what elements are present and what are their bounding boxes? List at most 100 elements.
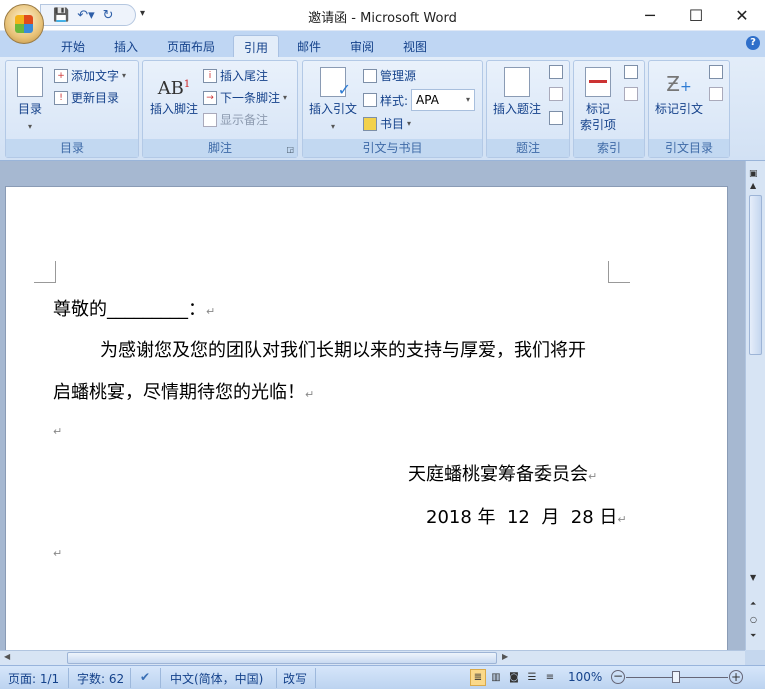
outline-icon[interactable]: ☰ [524,669,540,686]
tab-home[interactable]: 开始 [52,35,94,57]
footnote-icon: AB1 [157,78,191,99]
body-line: 启蟠桃宴，尽情期待您的光临！↵ [53,382,315,403]
tab-mailings[interactable]: 邮件 [288,35,330,57]
horizontal-scrollbar[interactable]: ◀ ▶ [0,650,745,665]
insert-index-icon[interactable] [624,65,638,79]
signature: 天庭蟠桃宴筹备委员会↵ [408,464,598,485]
mark-citation-icon: Ƶ+ [666,72,692,96]
crop-mark [34,261,56,283]
update-toc-button[interactable]: ! 更新目录 [54,89,119,106]
style-control: 样式: APA ▾ [363,89,476,111]
draft-icon[interactable]: ≡ [542,669,558,686]
add-text-button[interactable]: + 添加文字 ▾ [54,67,126,84]
group-toa: Ƶ+ 标记引文 引文目录 [648,60,730,158]
status-bar: 页面: 1/1 字数: 62 ✔ 中文(简体，中国) 改写 ≣ ▥ ◙ ☰ ≡ … [0,665,765,689]
paragraph-mark: ↵ [53,547,63,560]
mark-citation-button[interactable]: Ƶ+ 标记引文 [651,67,707,117]
ribbon: 目录 ▾ + 添加文字 ▾ ! 更新目录 目录 AB1 插入脚注 i 插入尾注 → 下一条脚… [0,57,765,161]
vertical-scroll-thumb[interactable] [749,195,762,355]
style-icon [363,93,377,107]
group-captions: 插入题注 题注 [486,60,570,158]
help-icon[interactable]: ? [746,36,760,50]
undo-icon[interactable]: ↶▾ [77,8,94,23]
next-footnote-icon: → [203,90,217,105]
print-layout-icon[interactable]: ≣ [470,669,486,686]
group-label-citations: 引文与书目 [303,139,482,157]
next-footnote-button[interactable]: → 下一条脚注 ▾ [203,89,287,106]
endnote-icon: i [203,68,217,83]
update-index-icon[interactable] [624,87,638,101]
insert-table-of-figures-icon[interactable] [549,65,563,79]
page-count[interactable]: 页面: 1/1 [8,670,59,687]
insert-caption-button[interactable]: 插入题注 [489,67,545,117]
toc-button[interactable]: 目录 ▾ [10,67,50,135]
zoom-in-icon[interactable]: + [729,670,743,684]
close-button[interactable]: ✕ [719,0,765,30]
dialog-launcher-icon[interactable]: ◲ [286,145,294,154]
salutation: 尊敬的_________：↵ [53,299,216,320]
scroll-up-icon[interactable]: ▲ [750,181,756,190]
update-toc-icon: ! [54,90,68,105]
zoom-slider-thumb[interactable] [672,671,680,683]
insert-caption-icon [504,67,530,97]
insert-endnote-button[interactable]: i 插入尾注 [203,67,268,84]
scroll-right-icon[interactable]: ▶ [502,652,508,661]
tab-references[interactable]: 引用 [233,35,279,57]
scroll-left-icon[interactable]: ◀ [4,652,10,661]
word-count[interactable]: 字数: 62 [77,670,124,687]
update-toa-icon[interactable] [709,87,723,101]
tab-review[interactable]: 审阅 [341,35,383,57]
tab-insert[interactable]: 插入 [105,35,147,57]
date: 2018 年 12 月 28 日↵ [426,507,627,528]
redo-icon[interactable]: ↻ [103,8,114,23]
zoom-out-icon[interactable]: − [611,670,625,684]
group-label-toc: 目录 [6,139,138,157]
group-label-footnotes: 脚注 [143,139,297,157]
add-text-icon: + [54,68,68,83]
select-browse-object-icon[interactable]: ○ [750,615,757,624]
show-notes-icon [203,112,217,127]
save-icon[interactable]: 💾 [53,8,69,23]
proofing-icon[interactable]: ✔ [140,670,150,684]
office-button[interactable] [4,4,44,44]
mark-entry-button[interactable]: 标记 索引项 [576,67,620,133]
crop-mark [608,261,630,283]
zoom-level[interactable]: 100% [568,670,602,684]
language[interactable]: 中文(简体，中国) [170,670,263,687]
office-logo-icon [15,15,33,33]
insert-citation-icon: ✓ [320,67,351,98]
tab-view[interactable]: 视图 [394,35,436,57]
insert-toa-icon[interactable] [709,65,723,79]
scroll-down-icon[interactable]: ▼ [750,573,756,582]
next-page-icon[interactable]: ⏷ [750,631,756,641]
ruler-toggle-icon[interactable]: ▣ [749,169,758,179]
style-select[interactable]: APA ▾ [411,89,476,111]
group-label-captions: 题注 [487,139,569,157]
bibliography-icon [363,116,377,131]
body-line: 为感谢您及您的团队对我们长期以来的支持与厚爱，我们将开 [100,340,586,361]
overtype-mode[interactable]: 改写 [283,670,307,687]
ribbon-tabs: 开始 插入 页面布局 引用 邮件 审阅 视图 [0,31,765,57]
customize-qat-icon[interactable]: ▾ [140,8,145,19]
group-label-toa: 引文目录 [649,139,729,157]
group-index: 标记 索引项 索引 [573,60,645,158]
insert-citation-button[interactable]: ✓ 插入引文 ▾ [306,67,360,135]
document-page[interactable]: 尊敬的_________：↵ 为感谢您及您的团队对我们长期以来的支持与厚爱，我们… [5,186,728,656]
full-screen-reading-icon[interactable]: ▥ [488,669,504,686]
group-footnotes: AB1 插入脚注 i 插入尾注 → 下一条脚注 ▾ 显示备注 脚注 ◲ [142,60,298,158]
insert-footnote-button[interactable]: AB1 插入脚注 [146,69,202,117]
tab-page-layout[interactable]: 页面布局 [160,35,222,57]
previous-page-icon[interactable]: ⏶ [750,599,756,609]
minimize-button[interactable]: ─ [627,0,673,30]
manage-sources-icon [363,68,377,83]
group-label-index: 索引 [574,139,644,157]
manage-sources-button[interactable]: 管理源 [363,67,416,84]
maximize-button[interactable]: ☐ [673,0,719,30]
cross-reference-icon[interactable] [549,111,563,125]
vertical-scrollbar[interactable]: ▣ ▲ ▼ ⏶ ○ ⏷ [745,161,765,650]
update-table-icon[interactable] [549,87,563,101]
bibliography-button[interactable]: 书目 ▾ [363,115,411,132]
horizontal-scroll-thumb[interactable] [67,652,497,664]
web-layout-icon[interactable]: ◙ [506,669,522,686]
show-notes-button[interactable]: 显示备注 [203,111,268,128]
